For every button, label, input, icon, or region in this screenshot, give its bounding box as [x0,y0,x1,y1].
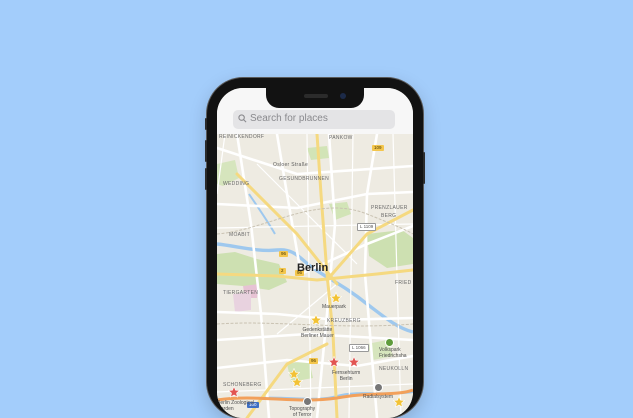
district-label-kreuzberg: KREUZBERG [327,318,361,324]
road-badge-l1066: L 1066 [349,344,369,352]
district-label-neukolln: NEUKOLLN [379,366,409,372]
zoo-star-icon[interactable] [228,386,240,398]
reichstag-star-icon[interactable] [291,376,303,388]
district-label-pankow: PANKOW [329,135,353,141]
poi-label-mauerpark: Mauerpark [322,304,346,310]
city-label-berlin: Berlin [297,262,329,274]
district-label-moabit: MOABIT [229,232,250,238]
street-label-osloer: Osloer Straße [273,162,309,168]
map-view[interactable]: REINICKENDORF PANKOW WEDDING GESUNDBRUNN… [217,132,413,418]
poi-label-fernsehturm: Fernsehturm Berlin [332,370,361,382]
gedenkstaette-star-icon[interactable] [310,314,322,326]
road-badge-109: 109 [372,145,384,151]
district-label-friedrichshain: FRIED [395,280,412,286]
district-label-tiergarten: TIERGARTEN [223,290,259,296]
silent-switch [205,118,207,130]
road-badge-l1109: L 1109 [357,223,377,231]
search-input[interactable]: Search for places [233,110,395,129]
volkspark-park-icon[interactable] [385,338,394,347]
road-badge-96-c: 96 [309,358,319,364]
speaker [304,94,328,98]
topography-museum-icon[interactable] [303,397,312,406]
fernsehturm-star-icon[interactable] [328,356,340,368]
radialsystem-icon[interactable] [374,383,383,392]
phone-frame: Search for places REINICKENDORF PANKOW W… [205,78,425,418]
poi-label-zoo: Berlin Zoological Garden [217,400,254,412]
poi-label-radialsystem: Radialsystem [363,394,394,400]
district-label-gesundbrunnen: GESUNDBRUNNEN [279,176,330,182]
search-placeholder: Search for places [250,113,328,124]
alexanderplatz-star-icon[interactable] [348,356,360,368]
volume-down-button [205,168,207,190]
poi-label-topography: Topography of Terror [289,406,316,418]
power-button [423,152,425,184]
search-icon [238,114,247,123]
phone-screen: Search for places REINICKENDORF PANKOW W… [217,88,413,418]
volume-up-button [205,140,207,162]
poi-label-gedenkstaette: Gedenkstätte Berliner Mauer [301,327,334,339]
district-label-wedding: WEDDING [223,181,250,187]
front-camera [340,93,346,99]
district-label-berg: BERG [381,213,397,219]
road-badge-2: 2 [279,268,286,274]
district-label-prenzlauer: PRENZLAUER [371,205,408,211]
road-badge-96-a: 96 [279,251,289,257]
district-label-reinickendorf: REINICKENDORF [219,134,265,140]
mauerpark-star-icon[interactable] [330,292,342,304]
notch [266,88,364,108]
east-side-star-icon[interactable] [393,396,405,408]
poi-label-volkspark: Volkspark Friedrichsha [379,347,407,359]
